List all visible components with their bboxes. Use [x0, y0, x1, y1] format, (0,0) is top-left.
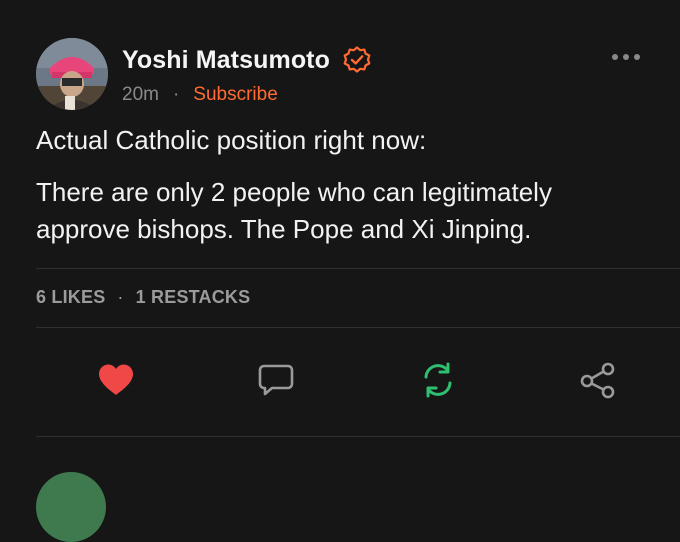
next-post-avatar[interactable]: [36, 472, 106, 542]
author-avatar[interactable]: [36, 38, 108, 110]
author-name[interactable]: Yoshi Matsumoto: [122, 46, 330, 75]
post-card: Yoshi Matsumoto 20m · Subscribe Actual C…: [0, 0, 680, 542]
meta-separator: ·: [172, 84, 180, 105]
restack-button[interactable]: [418, 360, 458, 400]
comment-icon: [258, 364, 294, 396]
comment-button[interactable]: [256, 360, 296, 400]
like-button[interactable]: [96, 360, 136, 400]
share-icon: [580, 362, 615, 399]
post-meta: 20m · Subscribe: [122, 84, 278, 106]
post-paragraph: Actual Catholic position right now:: [36, 125, 427, 155]
subscribe-link[interactable]: Subscribe: [193, 84, 278, 106]
divider: [36, 268, 680, 269]
divider: [36, 436, 680, 437]
stats-separator: ·: [117, 287, 124, 307]
likes-count[interactable]: 6 LIKES: [36, 287, 105, 308]
divider: [36, 327, 680, 328]
author-row: Yoshi Matsumoto: [122, 44, 372, 76]
share-button[interactable]: [578, 360, 618, 400]
avatar-image: [36, 38, 108, 110]
post-paragraph: There are only 2 people who can legitima…: [36, 177, 552, 244]
more-options-icon[interactable]: [611, 50, 641, 62]
heart-icon: [99, 364, 133, 395]
restack-icon: [424, 362, 452, 398]
restacks-count[interactable]: 1 RESTACKS: [136, 287, 251, 308]
check-badge-icon: [342, 45, 372, 75]
engagement-stats: 6 LIKES · 1 RESTACKS: [36, 287, 250, 308]
post-time: 20m: [122, 84, 159, 105]
post-body: Actual Catholic position right now: Ther…: [36, 122, 636, 263]
